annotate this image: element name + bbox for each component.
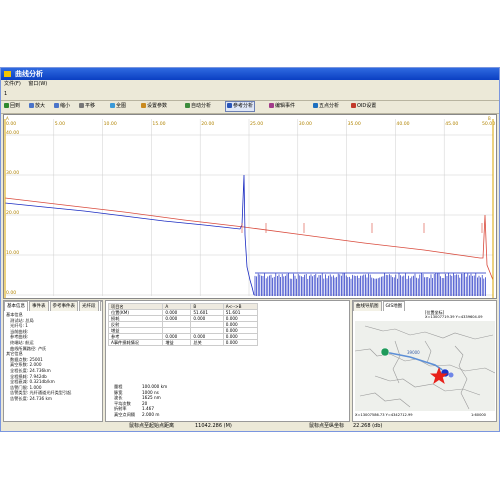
pan-icon <box>79 103 84 108</box>
pan-button[interactable]: 平移 <box>79 102 95 111</box>
route-label: 39000 <box>407 350 420 355</box>
info-tree: 基本信息 测试站: 总局 光纤号: 1 当前曲线: 参考曲线: 终端站: 航运 曲线所属路径… <box>6 312 71 402</box>
x-tick-label: 10.00 <box>104 121 117 127</box>
marker-b-label: B <box>488 116 491 121</box>
status-bar: 鼠标点至起始点距离 11042.286 (M) 鼠标点至纵坐标 22.268 (… <box>1 422 499 431</box>
title-bar: 曲线分析 <box>1 68 499 80</box>
tab-event-table[interactable]: 事件表 <box>29 301 49 311</box>
station-b-sub-node <box>448 372 454 378</box>
station-a-node <box>380 347 390 357</box>
window-title: 曲线分析 <box>15 70 43 78</box>
full-view-button[interactable]: 全图 <box>110 102 126 111</box>
trace-plot[interactable]: 40.00 30.00 20.00 10.00 0.00 0.00 5.00 10.00 15… <box>3 114 497 299</box>
param-label: 真空点间隔 <box>114 411 135 417</box>
map-tabs: 曲线导航图 GIS地图 <box>353 301 406 311</box>
param-value: 1625 nm <box>142 395 161 401</box>
map-coord-top: X=13007719.39 Y=4339604.09 <box>425 315 483 319</box>
menu-window[interactable]: 窗口(W) <box>28 81 47 87</box>
status-distance-label: 鼠标点至起始点距离 <box>129 423 175 429</box>
toolbar: 回到 放大 缩小 平移 全图 设置参数 自动分析 参考分析 编辑事件 五点分析 … <box>1 100 499 114</box>
set-params-button[interactable]: 设置参数 <box>141 102 167 111</box>
map-panel: 曲线导航图 GIS地图 [位置坐标] X=13007719.39 Y=433960… <box>352 300 497 422</box>
tab-fiber-section[interactable]: 光纤段 <box>79 301 99 311</box>
full-view-icon <box>110 103 115 108</box>
x-tick-label: 35.00 <box>348 121 361 127</box>
y-tick-label: 40.00 <box>6 130 19 136</box>
x-tick-label: 45.00 <box>445 121 458 127</box>
plot-grid <box>4 119 494 296</box>
tab-reference-events[interactable]: 参考事件表 <box>49 301 78 311</box>
status-y-value: 22.268 (db) <box>353 423 383 429</box>
measurement-panel: 项目名 A B A<-->B 位置(KM) 0.000 51.601 51.601 损耗 0.00… <box>105 300 350 422</box>
settings-icon <box>141 103 146 108</box>
oid-icon <box>351 103 356 108</box>
marker-table-cell: 0.000 <box>222 339 259 346</box>
marker-table-cell: A事件损耗情况 <box>107 339 164 346</box>
x-tick-label: 15.00 <box>152 121 165 127</box>
x-tick-label: 25.00 <box>250 121 263 127</box>
gis-map[interactable]: 39000 <box>355 321 495 411</box>
curve-analysis-window: 曲线分析 文件(F) 窗口(W) 1 回到 放大 缩小 平移 全图 设置参数 自… <box>0 67 500 432</box>
y-tick-label: 10.00 <box>6 250 19 256</box>
map-coord-bottom: X=13007586.73 Y=4342712.99 <box>355 413 413 417</box>
x-tick-label: 30.00 <box>299 121 312 127</box>
y-tick-labels: 40.00 30.00 20.00 10.00 0.00 <box>6 130 19 296</box>
param-value: 1.467 <box>142 406 154 412</box>
info-panel: 基本信息事件表参考事件表光纤段地 基本信息测试站: 总局光纤号: 1当前曲线:参… <box>3 300 103 422</box>
zoom-in-button[interactable]: 放大 <box>29 102 45 111</box>
param-value: 2.000 m <box>142 411 160 417</box>
y-tick-label: 30.00 <box>6 170 19 176</box>
five-point-icon <box>313 103 318 108</box>
five-point-analysis-button[interactable]: 五点分析 <box>313 102 339 111</box>
back-button[interactable]: 回到 <box>4 102 20 111</box>
edit-events-button[interactable]: 编辑事件 <box>269 102 295 111</box>
x-tick-label: 40.00 <box>396 121 409 127</box>
marker-a-label: A <box>6 116 9 121</box>
y-tick-label: 20.00 <box>6 210 19 216</box>
marker-table-cell: 总关 <box>190 339 224 346</box>
bottom-panels: 基本信息事件表参考事件表光纤段地 基本信息测试站: 总局光纤号: 1当前曲线:参… <box>3 300 497 431</box>
table-row[interactable]: A事件损耗情况 增益 总关 0.000 <box>107 339 259 346</box>
measured-trace-line <box>4 174 255 296</box>
param-value: 1000 ns <box>142 389 159 395</box>
noise-region <box>254 272 486 296</box>
zoom-out-button[interactable]: 缩小 <box>54 102 70 111</box>
test-params: 量程 100.000 km 脉宽 1000 ns 波长 1625 nm 平均次数 20 折射率 1… <box>114 384 167 418</box>
tab-more[interactable]: 地 <box>99 301 102 311</box>
tab-basic-info[interactable]: 基本信息 <box>4 301 28 311</box>
oid-settings-button[interactable]: OID设置 <box>351 102 376 111</box>
x-tick-labels: 0.00 5.00 10.00 15.00 20.00 25.00 30.00 35.00 40… <box>6 121 495 127</box>
x-tick-label: 0.00 <box>6 121 16 127</box>
ruler-label: 1 <box>4 91 8 97</box>
auto-analysis-icon <box>185 103 190 108</box>
app-icon <box>4 71 11 77</box>
map-scale: 1:60000 <box>471 413 486 417</box>
x-tick-label: 20.00 <box>201 121 214 127</box>
status-y-label: 鼠标点至纵坐标 <box>309 423 345 429</box>
menu-bar: 文件(F) 窗口(W) <box>1 80 499 89</box>
info-tabs: 基本信息事件表参考事件表光纤段地 <box>4 301 102 311</box>
param-row: 真空点间隔 2.000 m <box>114 412 167 418</box>
auto-analysis-button[interactable]: 自动分析 <box>185 102 211 111</box>
marker-table: 项目名 A B A<-->B 位置(KM) 0.000 51.601 51.601 损耗 0.00… <box>107 303 259 346</box>
status-distance-value: 11042.286 (M) <box>195 423 232 429</box>
zoom-out-icon <box>54 103 59 108</box>
menu-file[interactable]: 文件(F) <box>4 81 21 87</box>
x-tick-label: 5.00 <box>55 121 65 127</box>
marker-table-cell: 增益 <box>162 339 192 346</box>
param-value: 100.000 km <box>142 384 168 389</box>
y-tick-label: 0.00 <box>6 290 16 296</box>
tab-gis-map[interactable]: GIS地图 <box>382 301 406 311</box>
back-icon <box>4 103 9 108</box>
tab-curve-nav[interactable]: 曲线导航图 <box>353 301 382 311</box>
trace-plot-svg[interactable]: 40.00 30.00 20.00 10.00 0.00 0.00 5.00 10.00 15… <box>4 115 496 298</box>
edit-events-icon <box>269 103 274 108</box>
reference-analysis-icon <box>227 103 232 108</box>
zoom-in-icon <box>29 103 34 108</box>
reference-analysis-button[interactable]: 参考分析 <box>225 101 256 112</box>
info-tree-item[interactable]: 告警长度: 24.736 km <box>6 396 71 402</box>
